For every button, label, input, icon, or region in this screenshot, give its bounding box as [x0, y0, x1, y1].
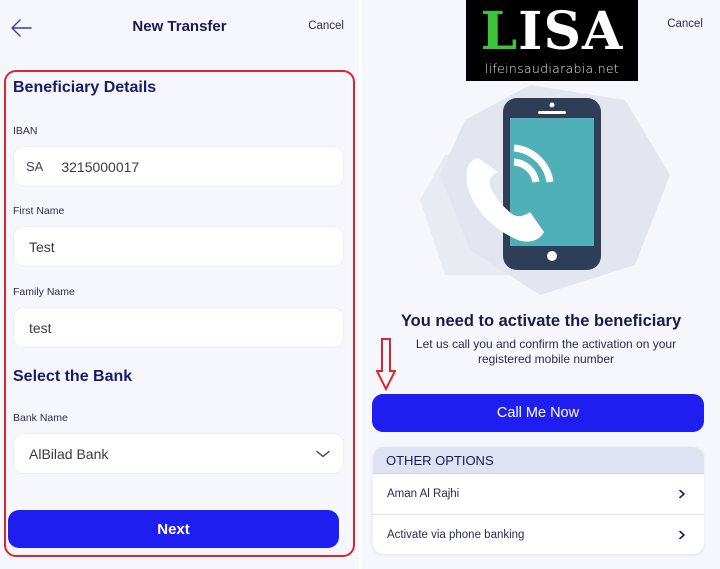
select-bank-heading: Select the Bank: [13, 368, 133, 385]
iban-value: 3215000017: [61, 158, 140, 175]
other-options-heading: OTHER OPTIONS: [373, 447, 704, 474]
first-name-input[interactable]: Test: [13, 226, 344, 267]
phone-speaker-shape: [538, 111, 566, 114]
phone-call-icon: [420, 85, 670, 295]
lisa-logo: LISA lifeinsaudiarabia.net: [466, 0, 638, 81]
family-name-label: Family Name: [13, 286, 75, 298]
bank-name-label: Bank Name: [13, 412, 68, 424]
activate-headline: You need to activate the beneficiary: [400, 312, 682, 330]
bank-name-value: AlBilad Bank: [29, 445, 109, 462]
activate-beneficiary-screen: LISA lifeinsaudiarabia.net Cancel You ne…: [362, 0, 720, 569]
page-title: New Transfer: [132, 18, 227, 35]
first-name-value: Test: [29, 238, 55, 255]
arrow-down-icon: [376, 338, 396, 391]
logo-url: lifeinsaudiarabia.net: [484, 61, 620, 76]
cancel-button[interactable]: Cancel: [667, 18, 703, 30]
option-label: Activate via phone banking: [387, 528, 525, 541]
bank-name-select[interactable]: AlBilad Bank: [13, 433, 344, 474]
chevron-right-icon: [679, 530, 685, 540]
option-label: Aman Al Rajhi: [387, 488, 460, 500]
header: New Transfer Cancel: [0, 0, 359, 56]
cancel-button[interactable]: Cancel: [308, 20, 344, 32]
logo-wordmark: LISA: [480, 1, 624, 62]
option-phone-banking[interactable]: Activate via phone banking: [373, 514, 704, 554]
iban-input[interactable]: SA 3215000017: [13, 146, 344, 187]
first-name-label: First Name: [13, 205, 65, 217]
family-name-input[interactable]: test: [13, 307, 344, 348]
family-name-value: test: [29, 319, 52, 336]
new-transfer-screen: New Transfer Cancel Beneficiary Details …: [0, 0, 359, 569]
chevron-right-icon: [679, 489, 685, 499]
phone-home-button-shape: [547, 251, 557, 261]
iban-country-prefix: SA: [26, 159, 44, 174]
phone-camera-shape: [549, 102, 555, 108]
iban-label: IBAN: [13, 125, 38, 137]
call-me-now-button[interactable]: Call Me Now: [372, 394, 704, 432]
option-aman-al-rajhi[interactable]: Aman Al Rajhi: [373, 474, 704, 514]
chevron-down-icon: [316, 450, 330, 458]
next-button[interactable]: Next: [8, 510, 339, 548]
activate-description: Let us call you and confirm the activati…: [415, 337, 677, 366]
other-options-card: OTHER OPTIONS Aman Al Rajhi Activate via…: [373, 447, 704, 554]
beneficiary-details-heading: Beneficiary Details: [13, 79, 157, 96]
